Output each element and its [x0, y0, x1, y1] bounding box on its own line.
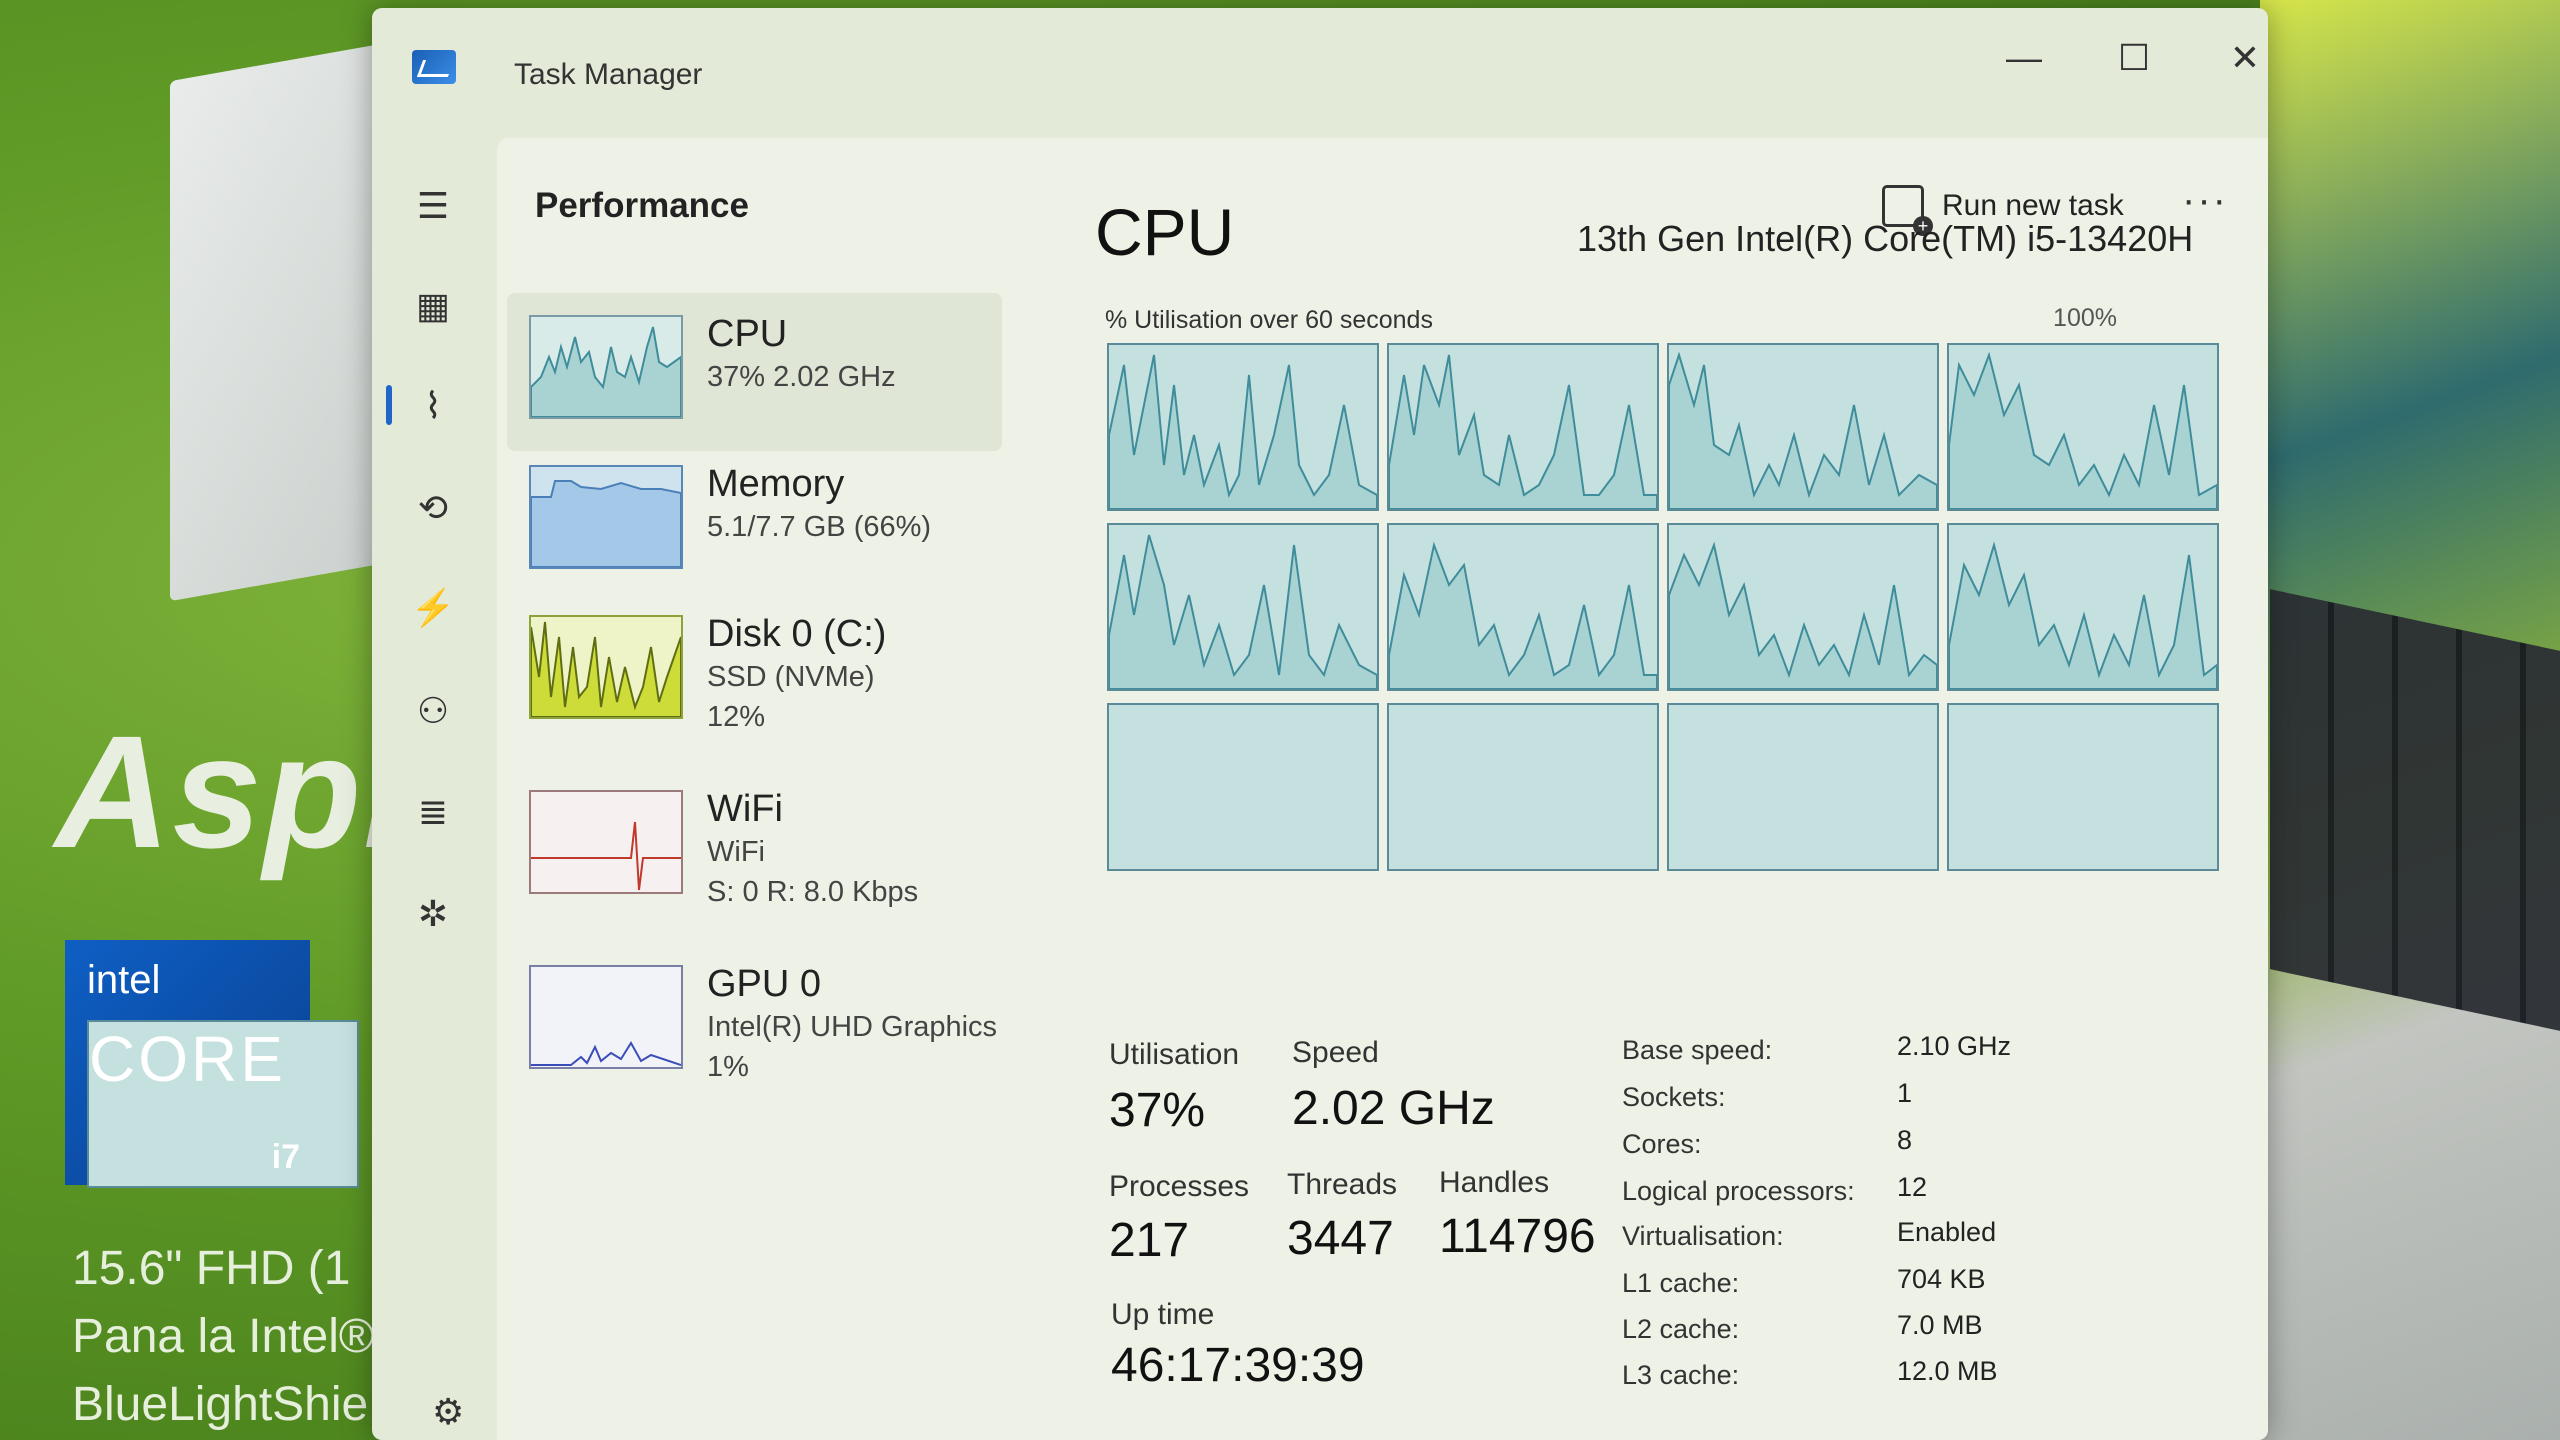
resource-detail: 37% 2.02 GHz: [707, 361, 896, 393]
resource-detail: WiFi: [707, 836, 765, 868]
task-manager-app-icon: [412, 50, 456, 84]
utilisation-value: 37%: [1109, 1084, 1206, 1137]
core-graph: [1947, 523, 2219, 691]
uptime-value: 46:17:39:39: [1111, 1339, 1365, 1392]
intel-badge: intel CORE i7: [65, 940, 359, 1188]
app-history-icon[interactable]: ⟲: [410, 485, 456, 531]
threads-label: Threads: [1287, 1168, 1398, 1201]
title-bar[interactable]: Task Manager — ☐ ✕: [372, 8, 2268, 133]
services-icon[interactable]: ✲: [410, 891, 456, 937]
graph-max-label: 100%: [2053, 304, 2117, 332]
core-graph: [1947, 703, 2219, 871]
cpu-thumbnail-graph: [529, 315, 683, 419]
task-manager-window: Task Manager — ☐ ✕ ☰ ▦ ⌇ ⟲ ⚡ ⚇ ≣ ✲ ⚙ Per…: [372, 8, 2268, 1440]
core-graph: [1947, 343, 2219, 511]
resource-detail: 12%: [707, 701, 766, 733]
resource-detail: Intel(R) UHD Graphics: [707, 1011, 998, 1043]
resource-detail: SSD (NVMe): [707, 661, 875, 693]
minimize-button[interactable]: —: [1989, 33, 2059, 83]
intel-badge-gen: i7: [271, 1138, 300, 1176]
users-icon[interactable]: ⚇: [410, 688, 456, 734]
performance-icon[interactable]: ⌇: [410, 383, 456, 429]
spec-label: L3 cache:: [1622, 1360, 1740, 1390]
spec-label: L2 cache:: [1622, 1314, 1740, 1344]
spec-value: 704 KB: [1897, 1264, 1986, 1294]
cpu-model-name: 13th Gen Intel(R) Core(TM) i5-13420H: [1577, 218, 2194, 259]
more-options-button[interactable]: ···: [2182, 178, 2228, 223]
core-graph: [1667, 523, 1939, 691]
handles-label: Handles: [1439, 1166, 1550, 1199]
resource-detail: 1%: [707, 1051, 749, 1083]
resource-name: GPU 0: [707, 963, 822, 1005]
spec-value: 7.0 MB: [1897, 1310, 1983, 1340]
core-graph: [1107, 523, 1379, 691]
maximize-button[interactable]: ☐: [2099, 33, 2169, 83]
background-keyboard: [2270, 589, 2560, 1031]
wifi-thumbnail-graph: [529, 790, 683, 894]
spec-value: 12.0 MB: [1897, 1356, 1998, 1386]
resource-item-wifi[interactable]: WiFi WiFi S: 0 R: 8.0 Kbps: [507, 768, 1002, 926]
performance-page: Performance Run new task ··· CPU 37% 2.0…: [497, 138, 2268, 1440]
uptime-label: Up time: [1111, 1298, 1215, 1331]
speed-value: 2.02 GHz: [1292, 1082, 1495, 1135]
spec-label: L1 cache:: [1622, 1268, 1740, 1298]
resource-name: WiFi: [707, 788, 783, 830]
spec-label: Virtualisation:: [1622, 1221, 1784, 1251]
spec-label: Logical processors:: [1622, 1176, 1855, 1206]
spec-value: Enabled: [1897, 1217, 1997, 1247]
core-graph: [1107, 703, 1379, 871]
core-graph: [1387, 343, 1659, 511]
spec-value: 1: [1897, 1078, 1913, 1108]
close-button[interactable]: ✕: [2210, 33, 2268, 83]
processes-label: Processes: [1109, 1170, 1250, 1203]
utilisation-label: Utilisation: [1109, 1038, 1240, 1071]
core-graph: [1107, 343, 1379, 511]
resource-detail: 5.1/7.7 GB (66%): [707, 511, 932, 543]
memory-thumbnail-graph: [529, 465, 683, 569]
processes-icon[interactable]: ▦: [410, 283, 456, 329]
graph-caption: % Utilisation over 60 seconds: [1105, 306, 1433, 334]
core-graph: [1387, 523, 1659, 691]
details-icon[interactable]: ≣: [410, 789, 456, 835]
cpu-panel-title: CPU: [1095, 195, 1235, 269]
menu-icon[interactable]: ☰: [410, 183, 456, 229]
resource-detail: S: 0 R: 8.0 Kbps: [707, 876, 919, 908]
processes-value: 217: [1109, 1214, 1190, 1267]
spec-label: Base speed:: [1622, 1035, 1773, 1065]
settings-icon[interactable]: ⚙: [432, 1391, 464, 1433]
intel-badge-core: CORE: [87, 1020, 359, 1188]
resource-item-disk[interactable]: Disk 0 (C:) SSD (NVMe) 12%: [507, 593, 1002, 751]
startup-apps-icon[interactable]: ⚡: [410, 585, 456, 631]
gpu-thumbnail-graph: [529, 965, 683, 1069]
spec-value: 12: [1897, 1172, 1928, 1202]
page-title: Performance: [535, 186, 749, 225]
threads-value: 3447: [1287, 1212, 1394, 1265]
ad-line: 15.6" FHD (1: [72, 1242, 351, 1295]
core-graph: [1667, 703, 1939, 871]
background-brand-text: Aspi: [55, 702, 410, 881]
resource-item-memory[interactable]: Memory 5.1/7.7 GB (66%): [507, 443, 1002, 601]
ad-line: BlueLightShie: [72, 1378, 369, 1431]
sidebar-nav: ☰ ▦ ⌇ ⟲ ⚡ ⚇ ≣ ✲ ⚙: [372, 133, 497, 1440]
spec-label: Sockets:: [1622, 1082, 1726, 1112]
ad-line: Pana la Intel®: [72, 1310, 375, 1363]
resource-item-cpu[interactable]: CPU 37% 2.02 GHz: [507, 293, 1002, 451]
spec-value: 2.10 GHz: [1897, 1031, 2012, 1061]
intel-badge-brand: intel: [87, 958, 161, 1002]
resource-name: Disk 0 (C:): [707, 613, 887, 655]
spec-label: Cores:: [1622, 1129, 1702, 1159]
background-ad-text: 15.6" FHD (1 Pana la Intel® BlueLightShi…: [72, 1235, 374, 1439]
resource-item-gpu[interactable]: GPU 0 Intel(R) UHD Graphics 1%: [507, 943, 1002, 1101]
core-graph: [1387, 703, 1659, 871]
speed-label: Speed: [1292, 1036, 1379, 1069]
disk-thumbnail-graph: [529, 615, 683, 719]
resource-name: Memory: [707, 463, 845, 505]
spec-value: 8: [1897, 1125, 1913, 1155]
resource-name: CPU: [707, 313, 788, 355]
nav-active-indicator: [386, 385, 392, 425]
core-graph: [1667, 343, 1939, 511]
handles-value: 114796: [1439, 1210, 1596, 1263]
window-title: Task Manager: [514, 58, 703, 91]
